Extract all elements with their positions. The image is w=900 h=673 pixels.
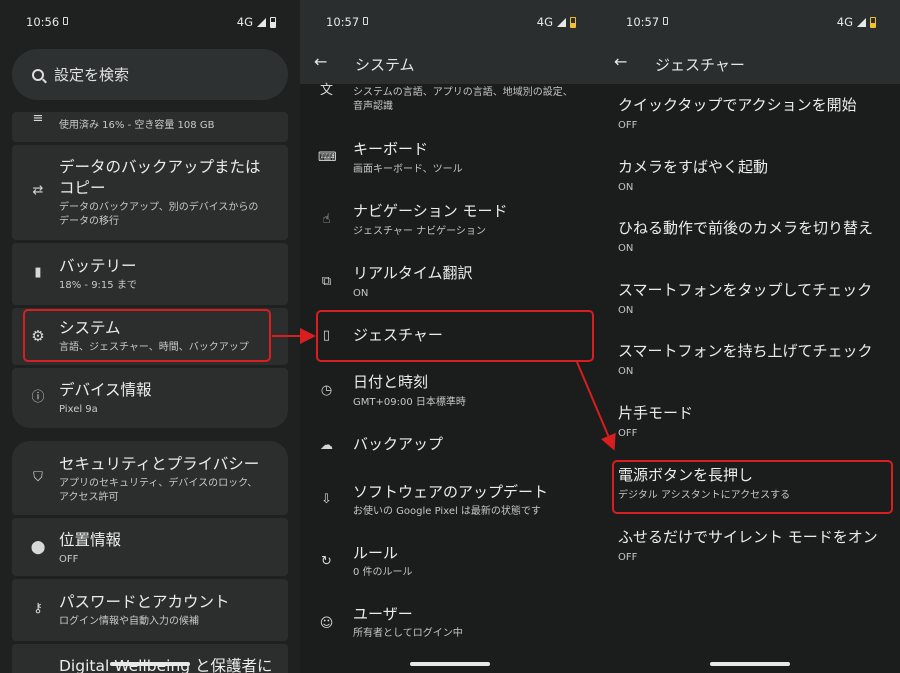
arrow-gestures-to-power-button xyxy=(576,361,616,451)
annotation-arrows xyxy=(272,328,616,451)
